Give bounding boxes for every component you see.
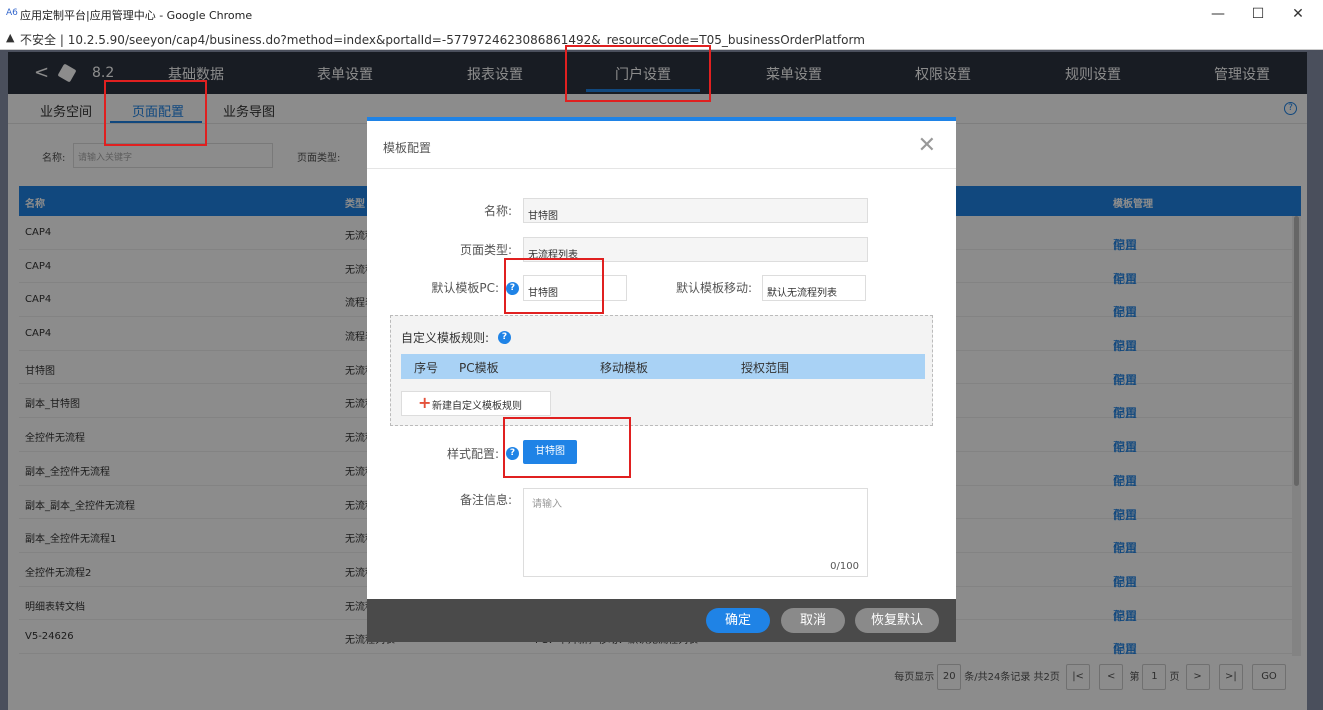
highlight-portal-settings	[565, 45, 711, 102]
rule-header-pc: PC模板	[459, 361, 499, 375]
template-config-modal: 模板配置 ✕ 名称: 甘特图 页面类型: 无流程列表 默认模板PC: ? 甘特图…	[367, 117, 956, 642]
default-mobile-select[interactable]: 默认无流程列表	[762, 275, 866, 301]
rule-header-index: 序号	[414, 361, 439, 375]
name-field[interactable]: 甘特图	[523, 198, 868, 223]
warning-icon: ▲	[6, 31, 15, 44]
ok-button[interactable]: 确定	[706, 608, 770, 633]
title-bar: A6 应用定制平台|应用管理中心 - Google Chrome — ☐ ✕	[0, 0, 1323, 28]
rule-header-mobile: 移动模板	[600, 361, 649, 375]
plus-icon: +	[418, 393, 432, 412]
reset-default-button[interactable]: 恢复默认	[855, 608, 939, 633]
maximize-button[interactable]: ☐	[1240, 2, 1276, 26]
style-config-label: 样式配置:	[446, 447, 499, 461]
close-icon[interactable]: ✕	[918, 133, 936, 158]
default-mobile-label: 默认模板移动:	[675, 281, 752, 295]
modal-title: 模板配置	[383, 141, 432, 155]
modal-footer: 确定 取消 恢复默认	[367, 599, 956, 642]
cancel-button[interactable]: 取消	[781, 608, 845, 633]
remark-textarea[interactable]: 请输入 0/100	[523, 488, 868, 577]
new-rule-label: 新建自定义模板规则	[432, 401, 522, 412]
page-type-label: 页面类型:	[459, 243, 512, 257]
remark-label: 备注信息:	[459, 493, 512, 507]
help-icon[interactable]: ?	[498, 331, 511, 344]
rule-table-header: 序号 PC模板 移动模板 授权范围	[401, 354, 925, 379]
close-window-button[interactable]: ✕	[1280, 2, 1316, 26]
app-favicon-icon: A6	[6, 8, 18, 18]
highlight-style-config	[503, 417, 631, 478]
default-pc-label: 默认模板PC:	[431, 281, 499, 295]
new-rule-button[interactable]: + 新建自定义模板规则	[401, 391, 551, 416]
url-value: 10.2.5.90/seeyon/cap4/business.do?method…	[67, 33, 865, 47]
remark-counter: 0/100	[830, 561, 859, 572]
name-label: 名称:	[483, 204, 512, 218]
url-text[interactable]: 不安全 | 10.2.5.90/seeyon/cap4/business.do?…	[20, 31, 865, 48]
minimize-button[interactable]: —	[1200, 2, 1236, 26]
security-label: 不安全	[20, 33, 57, 47]
custom-rule-section: 自定义模板规则: ? 序号 PC模板 移动模板 授权范围 + 新建自定义模板规则	[390, 315, 933, 426]
highlight-page-config	[104, 80, 207, 146]
custom-rule-title: 自定义模板规则:	[401, 331, 490, 345]
modal-header: 模板配置 ✕	[367, 121, 956, 169]
highlight-default-pc	[504, 258, 604, 314]
remark-placeholder: 请输入	[532, 499, 562, 510]
window-title: 应用定制平台|应用管理中心 - Google Chrome	[20, 9, 253, 22]
browser-window: A6 应用定制平台|应用管理中心 - Google Chrome — ☐ ✕ ▲…	[0, 0, 1323, 710]
rule-header-scope: 授权范围	[741, 361, 790, 375]
